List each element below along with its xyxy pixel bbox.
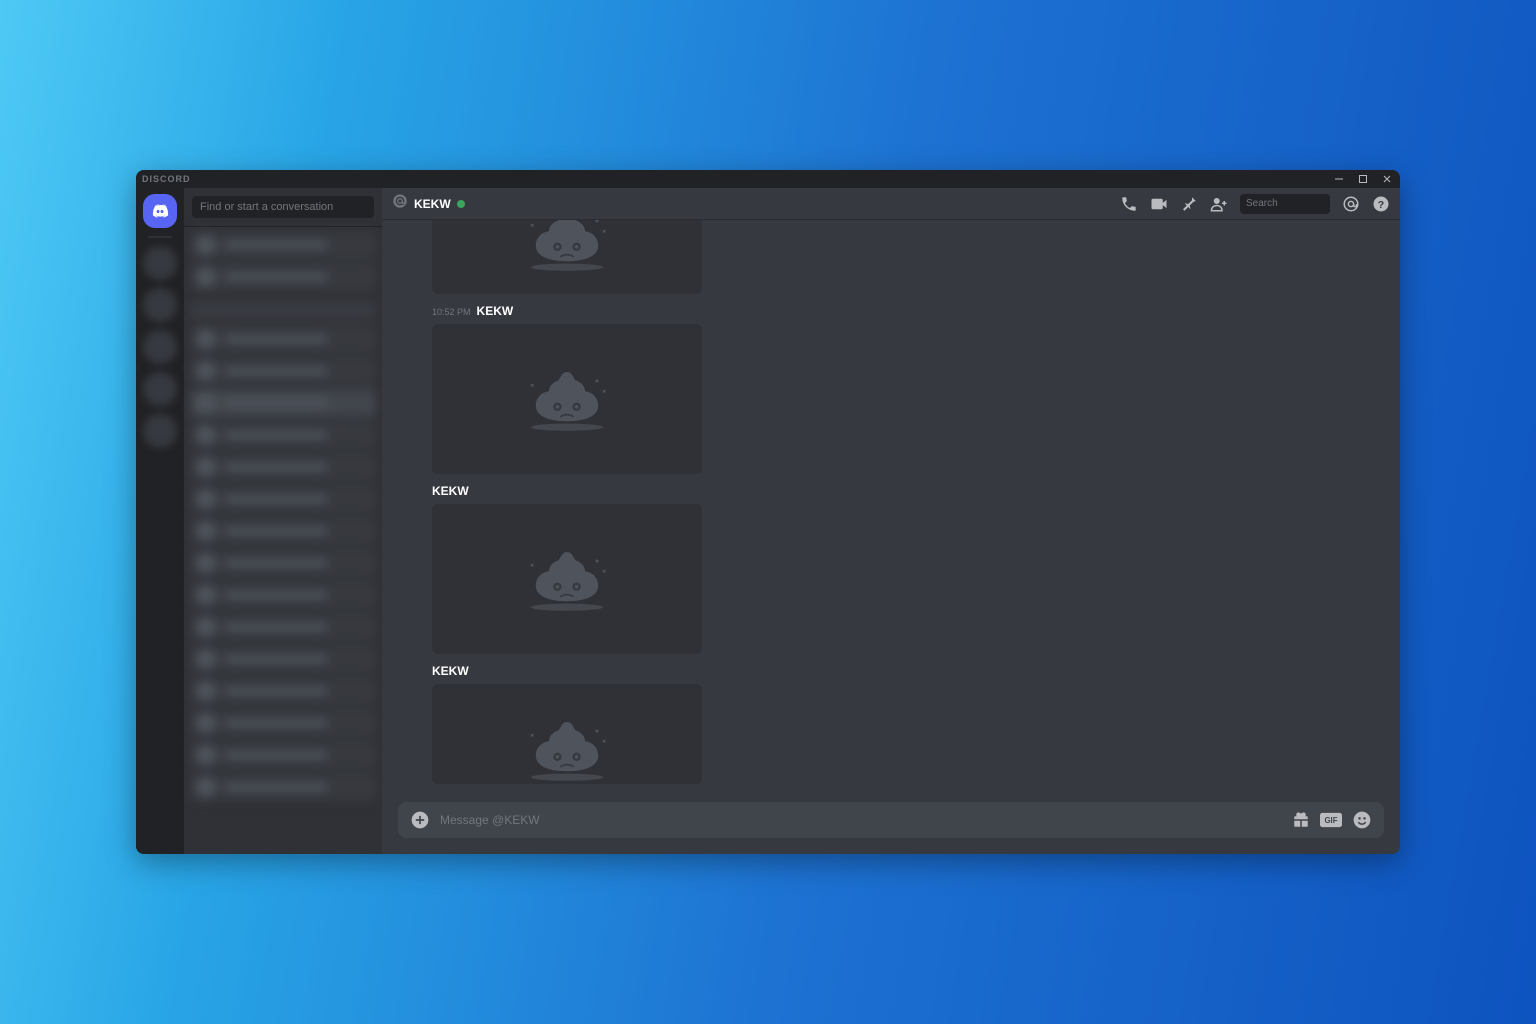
- message: [382, 220, 1400, 294]
- image-embed[interactable]: [432, 220, 702, 294]
- list-item[interactable]: [190, 549, 376, 577]
- maximize-button[interactable]: [1356, 172, 1370, 186]
- poop-placeholder-icon: [507, 220, 627, 278]
- message-list: 10:52 PM KEKW: [382, 220, 1400, 794]
- inbox-button[interactable]: [1342, 195, 1360, 213]
- message-timestamp: 10:52 PM: [432, 307, 471, 317]
- help-button[interactable]: ?: [1372, 195, 1390, 213]
- at-icon: [392, 193, 408, 214]
- list-item[interactable]: [190, 581, 376, 609]
- list-item[interactable]: [190, 231, 376, 259]
- image-embed[interactable]: [432, 324, 702, 474]
- composer[interactable]: GIF: [398, 802, 1384, 838]
- list-item[interactable]: [190, 357, 376, 385]
- gift-button[interactable]: [1292, 811, 1310, 829]
- home-button[interactable]: [143, 194, 177, 228]
- chat-area: KEKW: [382, 188, 1400, 854]
- list-item[interactable]: [190, 709, 376, 737]
- list-item[interactable]: [190, 741, 376, 769]
- message-username[interactable]: KEKW: [432, 664, 469, 678]
- composer-area: GIF: [382, 794, 1400, 854]
- app-title: DISCORD: [142, 174, 191, 184]
- discord-logo-icon: [150, 201, 170, 221]
- message: KEKW: [382, 484, 1400, 654]
- voice-call-button[interactable]: [1120, 195, 1138, 213]
- server-list: [136, 188, 184, 854]
- list-item[interactable]: [190, 263, 376, 291]
- list-item[interactable]: [190, 389, 376, 417]
- list-item[interactable]: [190, 677, 376, 705]
- message-input[interactable]: [440, 813, 1282, 827]
- image-embed[interactable]: [432, 684, 702, 784]
- list-item[interactable]: [190, 645, 376, 673]
- search-box[interactable]: [1240, 194, 1330, 214]
- dm-sidebar: [184, 188, 382, 854]
- poop-placeholder-icon: [507, 710, 627, 788]
- video-call-button[interactable]: [1150, 195, 1168, 213]
- message-username[interactable]: KEKW: [432, 484, 469, 498]
- message-username[interactable]: KEKW: [477, 304, 514, 318]
- poop-placeholder-icon: [507, 540, 627, 618]
- attach-button[interactable]: [410, 810, 430, 830]
- gif-button[interactable]: GIF: [1320, 812, 1342, 828]
- discord-window: DISCORD: [136, 170, 1400, 854]
- list-item[interactable]: [190, 421, 376, 449]
- find-conversation-input[interactable]: [192, 196, 374, 218]
- emoji-button[interactable]: [1352, 810, 1372, 830]
- server-separator: [148, 236, 172, 238]
- svg-text:?: ?: [1378, 198, 1384, 210]
- list-item[interactable]: [190, 485, 376, 513]
- titlebar: DISCORD: [136, 170, 1400, 188]
- image-embed[interactable]: [432, 504, 702, 654]
- dm-list: [184, 227, 382, 854]
- list-item[interactable]: [190, 613, 376, 641]
- svg-text:GIF: GIF: [1324, 816, 1337, 825]
- add-friend-button[interactable]: [1210, 195, 1228, 213]
- server-item[interactable]: [143, 414, 177, 448]
- message: KEKW: [382, 664, 1400, 784]
- poop-placeholder-icon: [507, 360, 627, 438]
- server-item[interactable]: [143, 246, 177, 280]
- list-item[interactable]: [190, 325, 376, 353]
- list-item[interactable]: [190, 517, 376, 545]
- list-item[interactable]: [190, 773, 376, 801]
- list-item[interactable]: [190, 453, 376, 481]
- status-online-icon: [457, 200, 465, 208]
- minimize-button[interactable]: [1332, 172, 1346, 186]
- pinned-messages-button[interactable]: [1180, 195, 1198, 213]
- close-button[interactable]: [1380, 172, 1394, 186]
- server-item[interactable]: [143, 372, 177, 406]
- channel-name: KEKW: [414, 197, 451, 211]
- server-item[interactable]: [143, 330, 177, 364]
- message: 10:52 PM KEKW: [382, 304, 1400, 474]
- channel-header: KEKW: [382, 188, 1400, 220]
- list-header: [190, 301, 376, 319]
- server-item[interactable]: [143, 288, 177, 322]
